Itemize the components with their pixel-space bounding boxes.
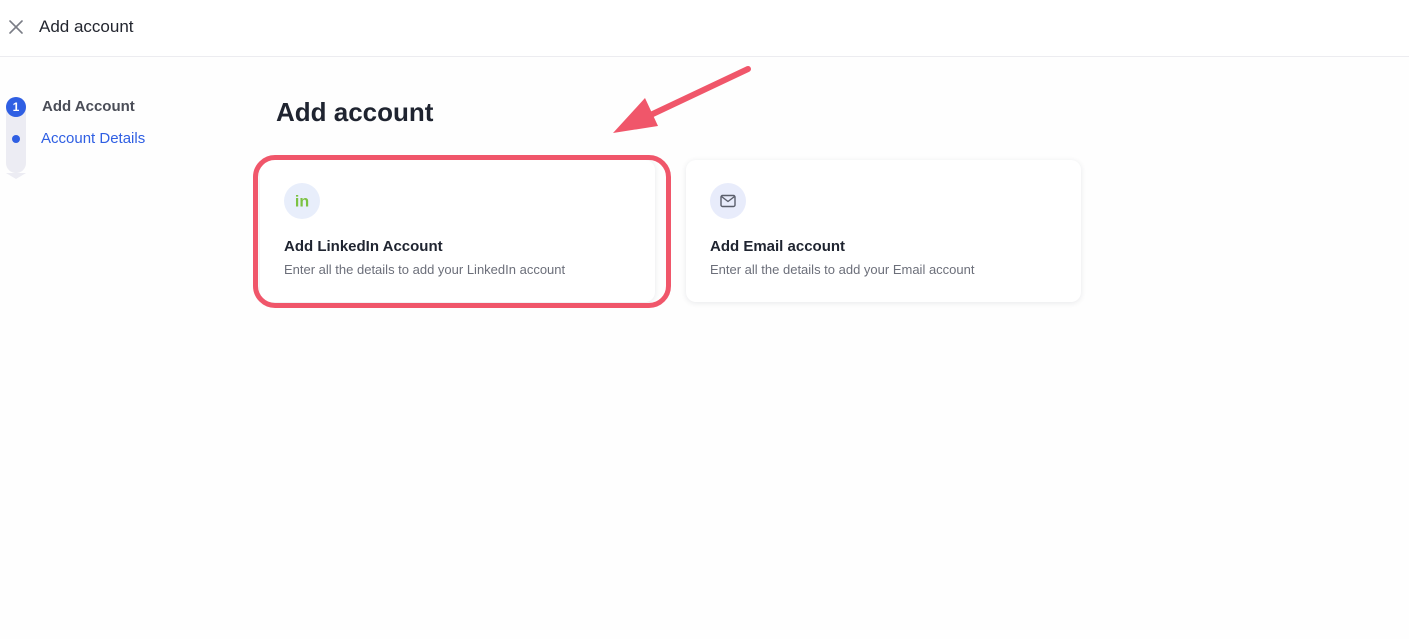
card-title: Add LinkedIn Account [284,238,443,255]
page-title: Add account [276,97,434,127]
add-email-account-card[interactable]: Add Email account Enter all the details … [686,160,1081,302]
card-title: Add Email account [710,238,846,255]
step-active-dot [12,135,20,143]
card-description: Enter all the details to add your Email … [710,262,975,277]
close-icon[interactable] [6,17,26,37]
add-linkedin-account-card[interactable]: in Add LinkedIn Account Enter all the de… [260,160,655,302]
top-bar: Add account [0,0,1409,57]
linkedin-icon: in [284,183,320,219]
step-label-account-details[interactable]: Account Details [41,129,145,149]
close-button[interactable] [6,17,26,37]
step-number-badge: 1 [6,97,26,117]
mail-icon [710,183,746,219]
arrow-icon [613,66,751,133]
linkedin-icon-text: in [295,194,309,211]
page-header-title: Add account [39,17,134,36]
step-label-add-account[interactable]: Add Account [42,97,135,117]
card-description: Enter all the details to add your Linked… [284,262,566,277]
